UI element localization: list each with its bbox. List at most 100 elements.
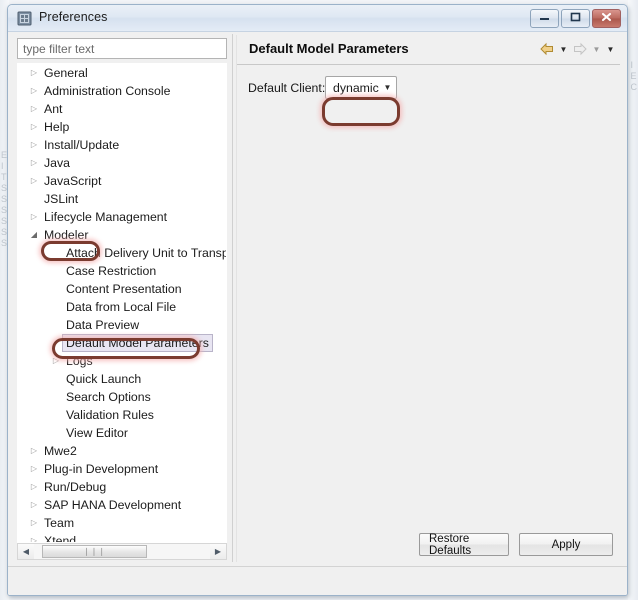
tree-item[interactable]: ▷ Plug-in Development bbox=[18, 460, 226, 478]
chevron-collapsed-icon[interactable]: ▷ bbox=[26, 496, 42, 514]
preferences-dialog: Preferences type filter text ▷ General ▷… bbox=[7, 4, 628, 596]
tree-item-label: JavaScript bbox=[44, 174, 102, 188]
tree-item[interactable]: Data Preview bbox=[18, 316, 226, 334]
tree-item-label: SAP HANA Development bbox=[44, 498, 182, 512]
tree-item[interactable]: JSLint bbox=[18, 190, 226, 208]
tree-item-label: Team bbox=[44, 516, 75, 530]
pane-divider[interactable] bbox=[232, 34, 233, 562]
tree-item-label: Attach Delivery Unit to Transport bbox=[66, 246, 227, 260]
chevron-collapsed-icon[interactable]: ▷ bbox=[26, 136, 42, 154]
chevron-down-icon[interactable]: ▼ bbox=[379, 77, 396, 98]
tree-item-label: Administration Console bbox=[44, 84, 171, 98]
chevron-collapsed-icon[interactable]: ▷ bbox=[26, 532, 42, 542]
restore-defaults-button[interactable]: Restore Defaults bbox=[419, 533, 509, 557]
maximize-button[interactable] bbox=[561, 9, 590, 28]
chevron-collapsed-icon[interactable]: ▷ bbox=[26, 514, 42, 532]
scrollbar-track[interactable]: ❘❘❘ bbox=[34, 544, 210, 559]
chevron-collapsed-icon[interactable]: ▷ bbox=[26, 82, 42, 100]
tree-item-label: Install/Update bbox=[44, 138, 120, 152]
chevron-collapsed-icon[interactable]: ▷ bbox=[26, 208, 42, 226]
tree-item-label: Modeler bbox=[44, 228, 89, 242]
scrollbar-thumb[interactable]: ❘❘❘ bbox=[42, 545, 147, 558]
tree-item[interactable]: ▷ Mwe2 bbox=[18, 442, 226, 460]
detail-action-buttons: Restore Defaults Apply bbox=[419, 533, 613, 557]
tree-item[interactable]: ▷ Ant bbox=[18, 100, 226, 118]
tree-item-label: Run/Debug bbox=[44, 480, 107, 494]
detail-header: Default Model Parameters ▼ ▼ ▼ bbox=[237, 35, 620, 65]
tree-item[interactable]: Quick Launch bbox=[18, 370, 226, 388]
forward-history-caret-icon: ▼ bbox=[592, 44, 601, 54]
tree-item-label: Plug-in Development bbox=[44, 462, 159, 476]
tree-horizontal-scrollbar[interactable]: ◀ ❘❘❘ ▶ bbox=[17, 543, 227, 560]
preferences-tree-pane: ▷General▷Administration Console▷Ant▷Help… bbox=[17, 38, 230, 562]
tree-item-label: Data Preview bbox=[66, 318, 140, 332]
chevron-collapsed-icon[interactable]: ▷ bbox=[26, 100, 42, 118]
tree-item-label: Content Presentation bbox=[66, 282, 182, 296]
tree-item[interactable]: Data from Local File bbox=[18, 298, 226, 316]
tree-item-label: Help bbox=[44, 120, 70, 134]
view-menu-caret-icon[interactable]: ▼ bbox=[605, 41, 616, 57]
tree-item[interactable]: Attach Delivery Unit to Transport bbox=[18, 244, 226, 262]
chevron-collapsed-icon[interactable]: ▷ bbox=[26, 478, 42, 496]
dialog-body: ▷General▷Administration Console▷Ant▷Help… bbox=[8, 32, 627, 595]
chevron-expanded-icon[interactable]: ◢ bbox=[26, 226, 42, 244]
tree-item[interactable]: ▷ Logs bbox=[18, 352, 226, 370]
chevron-collapsed-icon[interactable]: ▷ bbox=[26, 154, 42, 172]
apply-button[interactable]: Apply bbox=[519, 533, 613, 556]
tree-item[interactable]: ▷ Install/Update bbox=[18, 136, 226, 154]
filter-input[interactable] bbox=[17, 38, 227, 59]
preferences-tree[interactable]: ▷ General ▷ Administration Console ▷ Ant ▷ Help… bbox=[17, 63, 227, 543]
chevron-collapsed-icon[interactable]: ▷ bbox=[26, 460, 42, 478]
maximize-icon bbox=[570, 12, 581, 25]
dialog-footer: ? OK Cancel bbox=[8, 567, 627, 595]
tree-item[interactable]: ▷ JavaScript bbox=[18, 172, 226, 190]
tree-item[interactable]: Default Model Parameters bbox=[18, 334, 226, 352]
tree-item[interactable]: ▷ Administration Console bbox=[18, 82, 226, 100]
default-client-dropdown[interactable]: dynamic ▼ bbox=[325, 76, 397, 99]
tree-item-label: Validation Rules bbox=[66, 408, 154, 422]
scroll-left-icon[interactable]: ◀ bbox=[18, 544, 34, 559]
tree-item-label: Mwe2 bbox=[44, 444, 77, 458]
chevron-collapsed-icon[interactable]: ▷ bbox=[48, 352, 64, 370]
tree-item-label: Search Options bbox=[66, 390, 151, 404]
minimize-button[interactable] bbox=[530, 9, 559, 28]
tree-item[interactable]: ▷ Xtend bbox=[18, 532, 226, 543]
tree-item[interactable]: ▷ Lifecycle Management bbox=[18, 208, 226, 226]
chevron-collapsed-icon[interactable]: ▷ bbox=[26, 442, 42, 460]
tree-item[interactable]: ▷ Run/Debug bbox=[18, 478, 226, 496]
default-client-label: Default Client: bbox=[248, 81, 326, 95]
detail-content: Default Client: dynamic ▼ bbox=[237, 65, 620, 520]
default-client-value: dynamic bbox=[333, 80, 379, 95]
chevron-collapsed-icon[interactable]: ▷ bbox=[26, 172, 42, 190]
tree-item[interactable]: View Editor bbox=[18, 424, 226, 442]
forward-arrow-icon bbox=[572, 41, 588, 57]
tree-item[interactable]: ▷ General bbox=[18, 64, 226, 82]
backdrop-ghost-text-right: I E C bbox=[630, 60, 638, 92]
tree-item-label: Logs bbox=[66, 354, 93, 368]
tree-item[interactable]: Case Restriction bbox=[18, 262, 226, 280]
tree-item-label: Lifecycle Management bbox=[44, 210, 168, 224]
tree-item[interactable]: ▷ Team bbox=[18, 514, 226, 532]
tree-item[interactable]: Validation Rules bbox=[18, 406, 226, 424]
chevron-collapsed-icon[interactable]: ▷ bbox=[26, 64, 42, 82]
tree-item-label: Quick Launch bbox=[66, 372, 142, 386]
detail-pane: Default Model Parameters ▼ ▼ ▼ Default C… bbox=[236, 35, 620, 562]
scroll-right-icon[interactable]: ▶ bbox=[210, 544, 226, 559]
tree-item-label: View Editor bbox=[66, 426, 128, 440]
detail-navigation: ▼ ▼ ▼ bbox=[539, 41, 616, 57]
chevron-collapsed-icon[interactable]: ▷ bbox=[26, 118, 42, 136]
back-history-caret-icon[interactable]: ▼ bbox=[558, 41, 569, 57]
tree-item[interactable]: ▷ Java bbox=[18, 154, 226, 172]
minimize-icon bbox=[539, 13, 550, 25]
tree-item[interactable]: Content Presentation bbox=[18, 280, 226, 298]
tree-item[interactable]: ◢ Modeler bbox=[18, 226, 226, 244]
tree-item-label: Xtend bbox=[44, 534, 77, 543]
tree-item[interactable]: Search Options bbox=[18, 388, 226, 406]
tree-item[interactable]: ▷ SAP HANA Development bbox=[18, 496, 226, 514]
back-arrow-icon[interactable] bbox=[539, 41, 555, 57]
tree-item-label: General bbox=[44, 66, 88, 80]
tree-item-label: Default Model Parameters bbox=[62, 334, 213, 352]
tree-item[interactable]: ▷ Help bbox=[18, 118, 226, 136]
tree-item-label: Data from Local File bbox=[66, 300, 177, 314]
close-button[interactable] bbox=[592, 9, 621, 28]
